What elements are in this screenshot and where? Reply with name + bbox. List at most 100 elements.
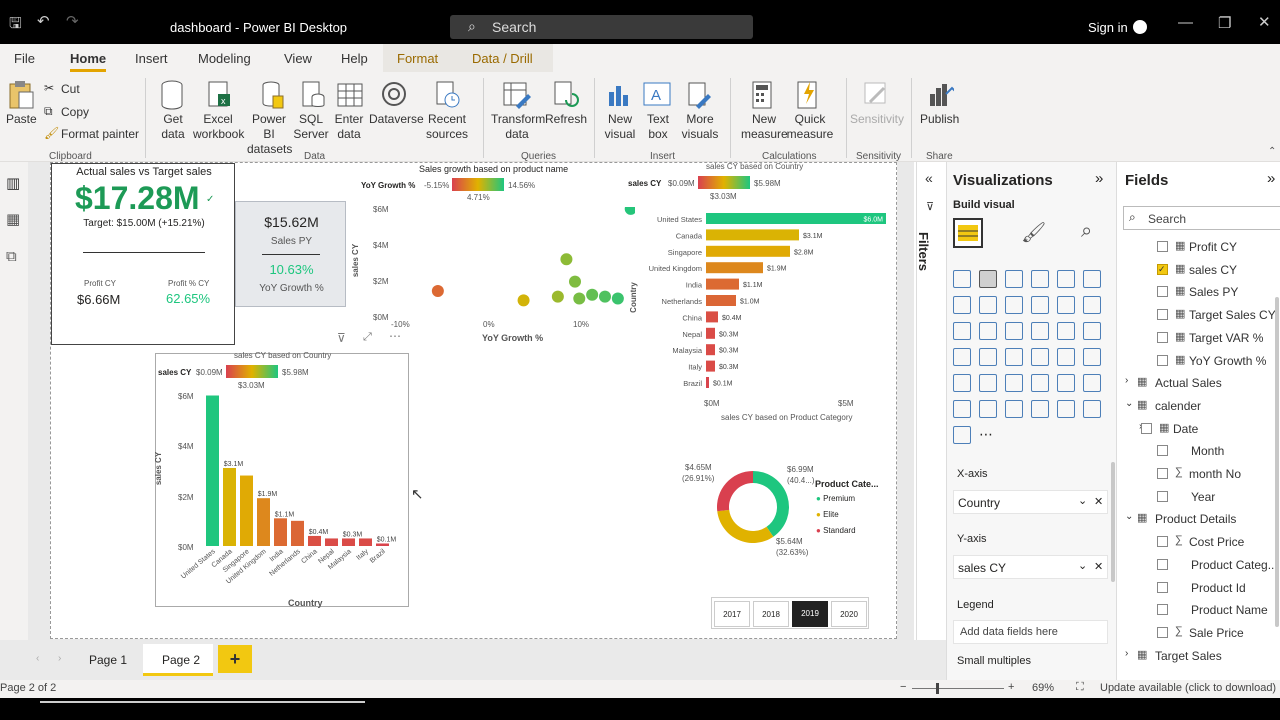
- enter-data-button[interactable]: Enter data: [333, 112, 365, 142]
- format-painter-button[interactable]: Format painter: [61, 127, 139, 142]
- field-checkbox[interactable]: [1157, 490, 1168, 502]
- restore-icon[interactable]: ❐: [1218, 14, 1231, 32]
- legend-standard[interactable]: ● Standard: [816, 526, 856, 535]
- cut-button[interactable]: Cut: [61, 82, 80, 97]
- waterfall-visual-icon[interactable]: [953, 322, 971, 340]
- hbar-bar[interactable]: [706, 278, 739, 290]
- menu-data-drill[interactable]: Data / Drill: [472, 51, 533, 66]
- chevron-right-icon[interactable]: ›: [1125, 375, 1128, 386]
- smart-narrative-visual-icon[interactable]: [1005, 400, 1023, 418]
- model-view-icon[interactable]: ⧉: [6, 248, 17, 265]
- card-visual-icon[interactable]: [1031, 348, 1049, 366]
- field-item[interactable]: Month: [1117, 440, 1280, 462]
- legend-well[interactable]: Add data fields here: [953, 620, 1108, 644]
- yaxis-well[interactable]: sales CY ⌄ ✕: [953, 555, 1108, 579]
- analytics-icon[interactable]: ⌕: [1081, 220, 1092, 243]
- vbar-bar[interactable]: [206, 395, 219, 546]
- remove-field-icon[interactable]: ✕: [1094, 495, 1103, 508]
- field-checkbox[interactable]: [1157, 558, 1168, 570]
- hbar-bar[interactable]: [706, 327, 715, 339]
- scatter-point[interactable]: [431, 285, 444, 297]
- zoom-in-icon[interactable]: +: [1008, 681, 1014, 693]
- collapse-ribbon-icon[interactable]: ⌃: [1268, 146, 1276, 157]
- scatter-chart[interactable]: Sales growth based on product name YoY G…: [351, 163, 651, 343]
- chevron-right-icon[interactable]: ›: [1125, 648, 1128, 659]
- decomposition-tree-visual-icon[interactable]: [953, 400, 971, 418]
- field-item[interactable]: Product Categ...: [1117, 554, 1280, 576]
- multi-row-card-visual-icon[interactable]: [1057, 348, 1075, 366]
- chevron-down-icon[interactable]: ⌄: [1078, 559, 1087, 572]
- goals-visual-icon[interactable]: [953, 426, 971, 444]
- field-checkbox[interactable]: [1157, 626, 1168, 638]
- ribbon-visual-icon[interactable]: [1083, 296, 1101, 314]
- vbar-chart[interactable]: sales CY based on Country sales CY $0.09…: [154, 351, 409, 608]
- field-item[interactable]: ▦ Sales PY: [1117, 281, 1280, 303]
- vbar-bar[interactable]: [274, 518, 287, 546]
- chevron-down-icon[interactable]: ⌄: [1078, 494, 1087, 507]
- minimize-icon[interactable]: —: [1178, 14, 1193, 31]
- vbar-bar[interactable]: [240, 475, 253, 546]
- kpi-card[interactable]: Actual sales vs Target sales $17.28M ✓ T…: [51, 163, 235, 345]
- slicer-visual-icon[interactable]: [953, 374, 971, 392]
- hbar-bar[interactable]: [706, 213, 886, 224]
- refresh-button[interactable]: Refresh: [545, 112, 587, 127]
- year-2017-button[interactable]: 2017: [714, 601, 750, 627]
- donut-visual-icon[interactable]: [1057, 322, 1075, 340]
- power-apps-visual-icon[interactable]: [1057, 400, 1075, 418]
- line-column-visual-icon[interactable]: [1031, 296, 1049, 314]
- field-item[interactable]: ›▦Date: [1117, 418, 1280, 440]
- legend-premium[interactable]: ● Premium: [816, 494, 855, 503]
- vbar-bar[interactable]: [308, 535, 321, 546]
- field-checkbox[interactable]: [1157, 445, 1168, 457]
- legend-elite[interactable]: ● Elite: [816, 510, 839, 519]
- line-visual-icon[interactable]: [953, 296, 971, 314]
- build-visual-tab[interactable]: [953, 218, 983, 248]
- year-2020-button[interactable]: 2020: [831, 601, 867, 627]
- treemap-visual-icon[interactable]: [1083, 322, 1101, 340]
- more-visuals-button[interactable]: More visuals: [677, 112, 723, 142]
- scatter-point[interactable]: [573, 292, 586, 305]
- funnel-visual-icon[interactable]: [979, 322, 997, 340]
- vbar-bar[interactable]: [325, 538, 338, 546]
- paginated-visual-icon[interactable]: [1031, 400, 1049, 418]
- new-visual-button[interactable]: New visual: [603, 112, 637, 142]
- stacked-bar-100-visual-icon[interactable]: [1057, 270, 1075, 288]
- field-checkbox[interactable]: ✓: [1157, 263, 1168, 275]
- field-item[interactable]: ▦ Target VAR %: [1117, 327, 1280, 349]
- recent-sources-button[interactable]: Recent sources: [422, 112, 472, 142]
- field-checkbox[interactable]: [1157, 286, 1168, 298]
- focus-mode-icon[interactable]: ⤢: [363, 331, 372, 344]
- hbar-bar[interactable]: [706, 344, 715, 356]
- field-item[interactable]: Product Id: [1117, 577, 1280, 599]
- year-2018-button[interactable]: 2018: [753, 601, 789, 627]
- hbar-bar[interactable]: [706, 360, 715, 372]
- field-checkbox[interactable]: [1141, 422, 1152, 434]
- fit-page-icon[interactable]: ⛶: [1076, 681, 1084, 694]
- power-automate-visual-icon[interactable]: [1083, 400, 1101, 418]
- zoom-slider-thumb[interactable]: [936, 683, 939, 694]
- chevron-down-icon[interactable]: ⌄: [1125, 398, 1133, 409]
- vbar-bar[interactable]: [223, 467, 236, 546]
- sales-py-card[interactable]: $15.62M Sales PY 10.63% YoY Growth %: [235, 201, 346, 307]
- collapse-visualizations-icon[interactable]: »: [1095, 170, 1103, 187]
- collapse-fields-icon[interactable]: »: [1267, 170, 1275, 187]
- field-checkbox[interactable]: [1157, 354, 1168, 366]
- undo-icon[interactable]: ↶: [37, 12, 50, 30]
- hbar-chart[interactable]: sales CY based on Country sales CY $0.09…: [626, 162, 898, 413]
- hbar-bar[interactable]: [706, 377, 709, 388]
- vbar-bar[interactable]: [257, 498, 270, 546]
- excel-workbook-button[interactable]: Excel workbook: [193, 112, 244, 142]
- line-clustered-column-visual-icon[interactable]: [1057, 296, 1075, 314]
- scatter-point[interactable]: [569, 275, 581, 288]
- field-table[interactable]: ⌄ ▦ Product Details: [1117, 508, 1280, 530]
- pie-visual-icon[interactable]: [1031, 322, 1049, 340]
- update-available-link[interactable]: Update available (click to download): [1100, 682, 1276, 694]
- field-item[interactable]: ✓ ▦ sales CY: [1117, 259, 1280, 281]
- field-checkbox[interactable]: [1157, 468, 1168, 479]
- field-item[interactable]: ∑ Cost Price: [1117, 531, 1280, 553]
- fields-search[interactable]: ⌕ Search: [1123, 206, 1280, 230]
- field-checkbox[interactable]: [1157, 241, 1168, 252]
- field-checkbox[interactable]: [1157, 309, 1168, 321]
- field-item[interactable]: ▦ Target Sales CY: [1117, 304, 1280, 326]
- hbar-bar[interactable]: [706, 229, 799, 241]
